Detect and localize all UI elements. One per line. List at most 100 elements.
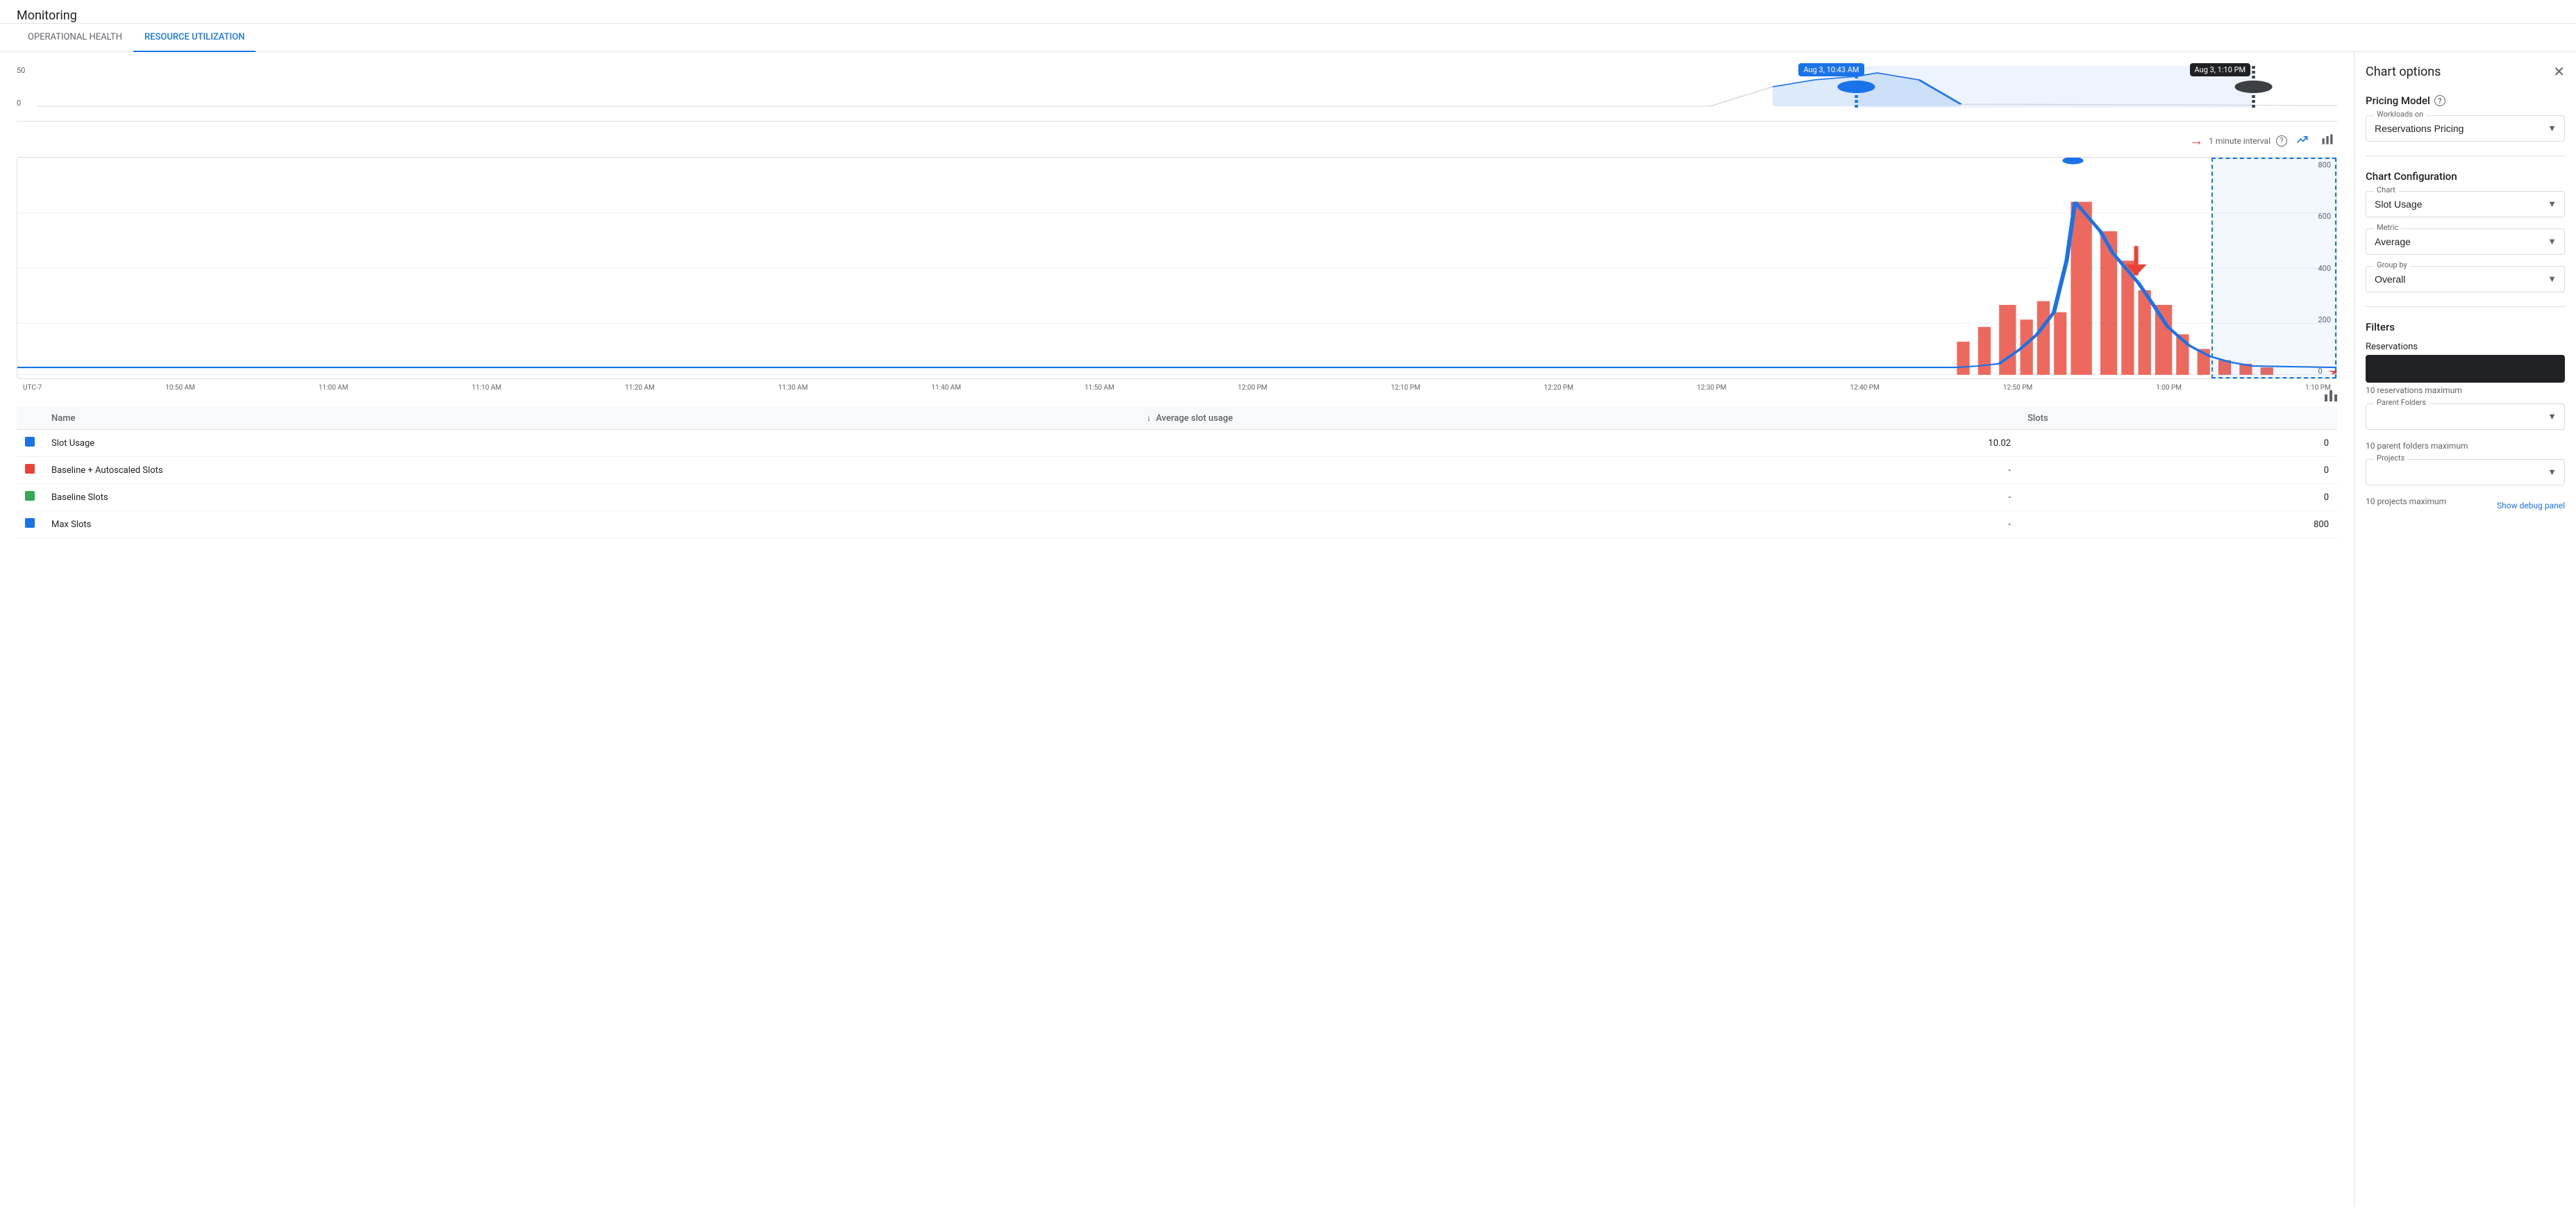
parent-folders-label: Parent Folders	[2374, 398, 2429, 407]
reservations-max: 10 reservations maximum	[2366, 385, 2565, 395]
pricing-model-section-title: Pricing Model ?	[2366, 94, 2565, 107]
color-swatch-1	[25, 464, 35, 474]
x-label-11: 12:30 PM	[1697, 384, 1726, 392]
row-name-0: Slot Usage	[43, 430, 1138, 457]
row-slots-3: 800	[2019, 511, 2337, 538]
row-avg-3: -	[1138, 511, 2019, 538]
x-label-13: 12:50 PM	[2003, 384, 2032, 392]
main-content: 50 0	[0, 52, 2576, 1207]
projects-max: 10 projects maximum	[2366, 497, 2446, 506]
groupby-select[interactable]: Overall Project Reservation	[2366, 266, 2565, 292]
page-title: Monitoring	[0, 0, 2576, 24]
x-label-9: 12:10 PM	[1391, 384, 1420, 392]
interval-text: 1 minute interval	[2209, 136, 2270, 146]
x-label-7: 11:50 AM	[1085, 384, 1114, 392]
overview-svg	[37, 66, 2337, 108]
columns-icon[interactable]	[2325, 390, 2337, 401]
projects-label: Projects	[2374, 453, 2407, 463]
interval-arrow-icon: →	[2189, 132, 2203, 149]
row-slots-2: 0	[2019, 484, 2337, 511]
reservations-input[interactable]	[2366, 355, 2565, 383]
overview-y-labels: 50 0	[17, 66, 25, 108]
x-label-5: 11:30 AM	[778, 384, 808, 392]
row-name-3: Max Slots	[43, 511, 1138, 538]
filters-title: Filters	[2366, 321, 2565, 333]
row-color-3	[17, 511, 43, 538]
chart-x-labels: UTC-7 10:50 AM 11:00 AM 11:10 AM 11:20 A…	[17, 381, 2336, 392]
table-row: Baseline + Autoscaled Slots - 0	[17, 457, 2337, 484]
close-button[interactable]: ✕	[2553, 63, 2565, 81]
row-color-2	[17, 484, 43, 511]
metric-select[interactable]: Average Maximum Minimum	[2366, 228, 2565, 255]
x-label-10: 12:20 PM	[1544, 384, 1573, 392]
interval-bar: → 1 minute interval ?	[17, 127, 2337, 157]
row-name-2: Baseline Slots	[43, 484, 1138, 511]
right-panel: Chart options ✕ Pricing Model ? Workload…	[2354, 52, 2576, 1207]
col-color	[17, 407, 43, 430]
row-avg-2: -	[1138, 484, 2019, 511]
x-label-2: 11:00 AM	[319, 384, 349, 392]
tab-resource-utilization[interactable]: RESOURCE UTILIZATION	[133, 24, 256, 52]
debug-panel-link[interactable]: Show debug panel	[2497, 501, 2565, 510]
projects-group: Projects ▼	[2366, 459, 2565, 485]
legend-table: Name ↓ Average slot usage Slots Slot Usa…	[17, 407, 2337, 538]
x-label-6: 11:40 AM	[931, 384, 961, 392]
metric-select-label: Metric	[2374, 223, 2401, 232]
main-chart-container: 800 600 400 200 0	[17, 157, 2337, 379]
chart-select-group: Chart Slot Usage Slot Utilization ▼	[2366, 191, 2565, 217]
overview-y-max: 50	[17, 66, 25, 75]
x-label-14: 1:00 PM	[2156, 384, 2182, 392]
table-row: Slot Usage 10.02 0	[17, 430, 2337, 457]
row-slots-0: 0	[2019, 430, 2337, 457]
pricing-model-label: Pricing Model	[2366, 94, 2430, 107]
color-swatch-2	[25, 491, 35, 501]
workloads-label: Workloads on	[2374, 110, 2426, 119]
x-label-tz: UTC-7	[23, 384, 42, 392]
scrollbar-indicator	[17, 390, 2337, 401]
sort-icon: ↓	[1146, 413, 1151, 424]
filters-section: Filters Reservations 10 reservations max…	[2366, 321, 2565, 515]
workloads-on-group: Workloads on Reservations Pricing On-dem…	[2366, 115, 2565, 142]
projects-select[interactable]	[2366, 459, 2565, 485]
tabs-bar: OPERATIONAL HEALTH RESOURCE UTILIZATION	[0, 24, 2576, 52]
chart-select[interactable]: Slot Usage Slot Utilization	[2366, 191, 2565, 217]
metric-select-group: Metric Average Maximum Minimum ▼	[2366, 228, 2565, 255]
line-chart-icon[interactable]	[2293, 130, 2312, 151]
col-slots: Slots	[2019, 407, 2337, 430]
groupby-select-group: Group by Overall Project Reservation ▼	[2366, 266, 2565, 292]
x-label-3: 11:10 AM	[472, 384, 502, 392]
chart-select-label: Chart	[2374, 185, 2398, 194]
color-swatch-3	[25, 518, 35, 528]
bar-chart-icon[interactable]	[2318, 130, 2337, 151]
chart-selection-box	[2211, 158, 2336, 378]
pricing-model-help-icon[interactable]: ?	[2434, 95, 2445, 106]
x-label-15: 1:10 PM	[2305, 384, 2331, 392]
col-avg[interactable]: ↓ Average slot usage	[1138, 407, 2019, 430]
row-color-1	[17, 457, 43, 484]
col-name[interactable]: Name	[43, 407, 1138, 430]
row-avg-0: 10.02	[1138, 430, 2019, 457]
parent-folders-max: 10 parent folders maximum	[2366, 441, 2565, 451]
overview-chart-area[interactable]: Aug 3, 10:43 AM Aug 3, 1:10 PM	[37, 66, 2337, 108]
interval-help-icon[interactable]: ?	[2276, 135, 2287, 147]
parent-folders-select[interactable]	[2366, 403, 2565, 430]
reservations-label: Reservations	[2366, 342, 2565, 352]
panel-header: Chart options ✕	[2366, 63, 2565, 81]
tab-operational[interactable]: OPERATIONAL HEALTH	[17, 24, 133, 52]
parent-folders-group: Parent Folders ▼	[2366, 403, 2565, 430]
x-label-12: 12:40 PM	[1850, 384, 1879, 392]
row-color-0	[17, 430, 43, 457]
table-row: Max Slots - 800	[17, 511, 2337, 538]
x-label-1: 10:50 AM	[165, 384, 195, 392]
row-avg-1: -	[1138, 457, 2019, 484]
x-label-8: 12:00 PM	[1238, 384, 1267, 392]
x-label-4: 11:20 AM	[625, 384, 655, 392]
app-container: Monitoring OPERATIONAL HEALTH RESOURCE U…	[0, 0, 2576, 1207]
workloads-select[interactable]: Reservations Pricing On-demand Pricing	[2366, 115, 2565, 142]
chart-area: 50 0	[0, 52, 2354, 1207]
groupby-select-label: Group by	[2374, 260, 2410, 269]
overview-timeline: 50 0	[17, 66, 2337, 122]
main-chart-svg[interactable]: ★	[17, 158, 2336, 378]
divider-2	[2366, 306, 2565, 307]
chart-config-title: Chart Configuration	[2366, 170, 2565, 183]
